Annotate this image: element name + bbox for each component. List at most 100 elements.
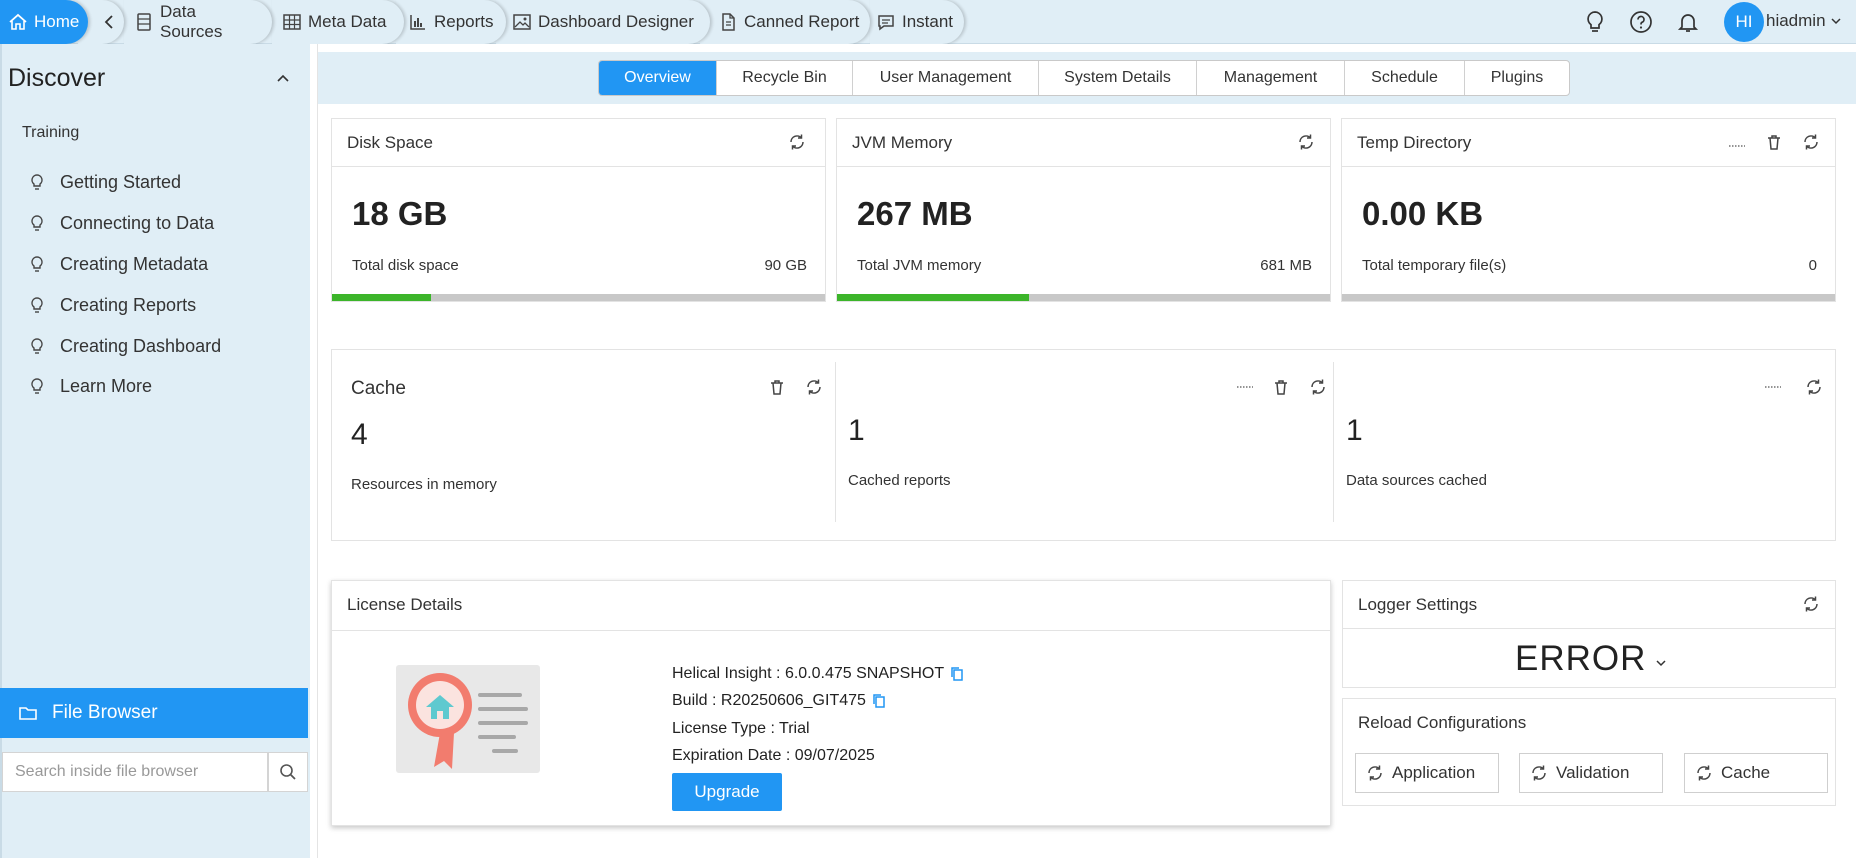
card-header: JVM Memory: [837, 119, 1330, 167]
disk-space-card: Disk Space 18 GB Total disk space 90 GB: [331, 118, 826, 302]
bell-icon[interactable]: [1675, 9, 1701, 35]
nav-home[interactable]: Home: [0, 0, 88, 44]
jvm-memory-label: Total JVM memory: [857, 257, 982, 274]
temp-directory-progress: [1342, 294, 1835, 301]
temp-directory-value: 0.00 KB: [1362, 195, 1484, 232]
nav-item-label: Canned Report: [744, 12, 860, 31]
cached-reports-panel: 1 Cached reports: [836, 362, 1333, 522]
sidebar-item-label: Learn More: [60, 375, 153, 396]
training-section-label: Training: [22, 124, 80, 141]
sidebar-item-creating-dashboard[interactable]: Creating Dashboard: [28, 333, 221, 359]
nav-item-data-sources[interactable]: Data Sources: [124, 0, 272, 44]
nav-item-canned-report[interactable]: Canned Report: [700, 0, 870, 44]
discover-title: Discover: [8, 64, 106, 92]
chevron-up-icon[interactable]: [275, 70, 291, 86]
cached-datasources-panel: 1 Data sources cached: [1334, 362, 1834, 522]
refresh-icon[interactable]: [805, 378, 823, 396]
lightbulb-icon[interactable]: [1582, 9, 1608, 35]
trash-icon[interactable]: [1765, 133, 1783, 151]
lightbulb-icon: [31, 215, 43, 231]
tab-recycle-bin[interactable]: Recycle Bin: [717, 61, 853, 95]
tab-plugins[interactable]: Plugins: [1465, 61, 1569, 95]
nav-item-label: Instant: [902, 12, 954, 31]
reload-button-label: Application: [1392, 763, 1476, 782]
refresh-icon[interactable]: [1802, 133, 1820, 151]
refresh-icon[interactable]: [788, 133, 806, 151]
tab-system-details[interactable]: System Details: [1039, 61, 1197, 95]
upgrade-button[interactable]: Upgrade: [672, 773, 782, 811]
nav-item-instant[interactable]: Instant: [870, 0, 964, 44]
chevron-down-icon[interactable]: [1655, 657, 1667, 669]
nav-item-meta-data[interactable]: Meta Data: [272, 0, 404, 44]
cached-reports-value: 1: [848, 414, 865, 447]
trash-icon[interactable]: [1272, 378, 1290, 396]
disk-space-value: 18 GB: [352, 195, 448, 232]
disk-space-label: Total disk space: [352, 257, 459, 274]
nav-item-label: Dashboard Designer: [538, 12, 694, 31]
card-header: Disk Space: [332, 119, 825, 167]
sidebar-item-creating-reports[interactable]: Creating Reports: [28, 292, 196, 318]
certificate-icon: [396, 665, 540, 773]
sidebar-item-label: Connecting to Data: [60, 212, 215, 233]
table-grid-icon: [283, 14, 301, 30]
username[interactable]: hiadmin: [1766, 11, 1826, 31]
sidebar-item-connecting-to-data[interactable]: Connecting to Data: [28, 210, 214, 236]
folder-icon: [19, 707, 37, 720]
refresh-icon[interactable]: [1805, 378, 1823, 396]
top-navigation-bar: Instant Canned Report Dashboard Designer…: [0, 0, 1856, 44]
nav-item-reports[interactable]: Reports: [396, 0, 506, 44]
disk-space-total: 90 GB: [764, 257, 807, 274]
file-browser-label: File Browser: [52, 702, 158, 723]
trash-icon[interactable]: [768, 378, 786, 396]
dotted-line-icon: [1237, 386, 1253, 388]
license-build: Build : R20250606_GIT475: [672, 692, 866, 709]
jvm-memory-progress: [837, 294, 1330, 301]
cached-datasources-value: 1: [1346, 414, 1363, 447]
reload-cache-button[interactable]: Cache: [1684, 753, 1828, 793]
tab-overview[interactable]: Overview: [599, 61, 717, 95]
file-browser-search-input[interactable]: Search inside file browser: [2, 752, 268, 792]
card-title: Reload Configurations: [1358, 713, 1527, 732]
reload-button-label: Validation: [1556, 763, 1630, 782]
chevron-left-icon: [104, 15, 113, 29]
user-avatar[interactable]: HI: [1724, 2, 1764, 42]
tab-user-management[interactable]: User Management: [853, 61, 1039, 95]
file-browser-button[interactable]: File Browser: [0, 688, 308, 738]
file-browser-search-button[interactable]: [268, 752, 308, 792]
cache-resources-label: Resources in memory: [351, 476, 497, 493]
refresh-icon: [1697, 765, 1711, 781]
lightbulb-icon: [31, 256, 43, 272]
lightbulb-icon: [31, 297, 43, 313]
sidebar-item-getting-started[interactable]: Getting Started: [28, 169, 181, 195]
home-icon: [9, 13, 27, 30]
sidebar-item-creating-metadata[interactable]: Creating Metadata: [28, 251, 208, 277]
chevron-down-icon[interactable]: [1830, 15, 1842, 27]
refresh-icon: [1532, 765, 1546, 781]
disk-space-progress: [332, 294, 825, 301]
tab-schedule[interactable]: Schedule: [1345, 61, 1465, 95]
tab-management[interactable]: Management: [1197, 61, 1345, 95]
refresh-icon[interactable]: [1309, 378, 1327, 396]
license-type: License Type : Trial: [672, 720, 810, 737]
nav-item-dashboard-designer[interactable]: Dashboard Designer: [496, 0, 710, 44]
reload-configurations-card: Reload Configurations Application Valida…: [1342, 698, 1836, 806]
document-icon: [722, 13, 735, 31]
sidebar-item-learn-more[interactable]: Learn More: [28, 373, 152, 399]
cache-resources-value: 4: [351, 418, 368, 451]
card-title: License Details: [347, 595, 463, 614]
refresh-icon[interactable]: [1802, 595, 1820, 613]
help-icon[interactable]: [1628, 9, 1654, 35]
reload-validation-button[interactable]: Validation: [1519, 753, 1663, 793]
copy-icon[interactable]: [950, 666, 964, 682]
card-title: JVM Memory: [852, 133, 953, 152]
sidebar-item-label: Getting Started: [60, 171, 182, 192]
image-icon: [513, 14, 531, 30]
refresh-icon[interactable]: [1297, 133, 1315, 151]
sidebar-resize-handle[interactable]: [310, 44, 318, 858]
reload-application-button[interactable]: Application: [1355, 753, 1499, 793]
copy-icon[interactable]: [872, 693, 886, 709]
cache-title: Cache: [351, 378, 406, 399]
logger-level-select[interactable]: ERROR: [1515, 639, 1646, 679]
sidebar-item-label: Creating Metadata: [60, 253, 209, 274]
card-title: Disk Space: [347, 133, 433, 152]
